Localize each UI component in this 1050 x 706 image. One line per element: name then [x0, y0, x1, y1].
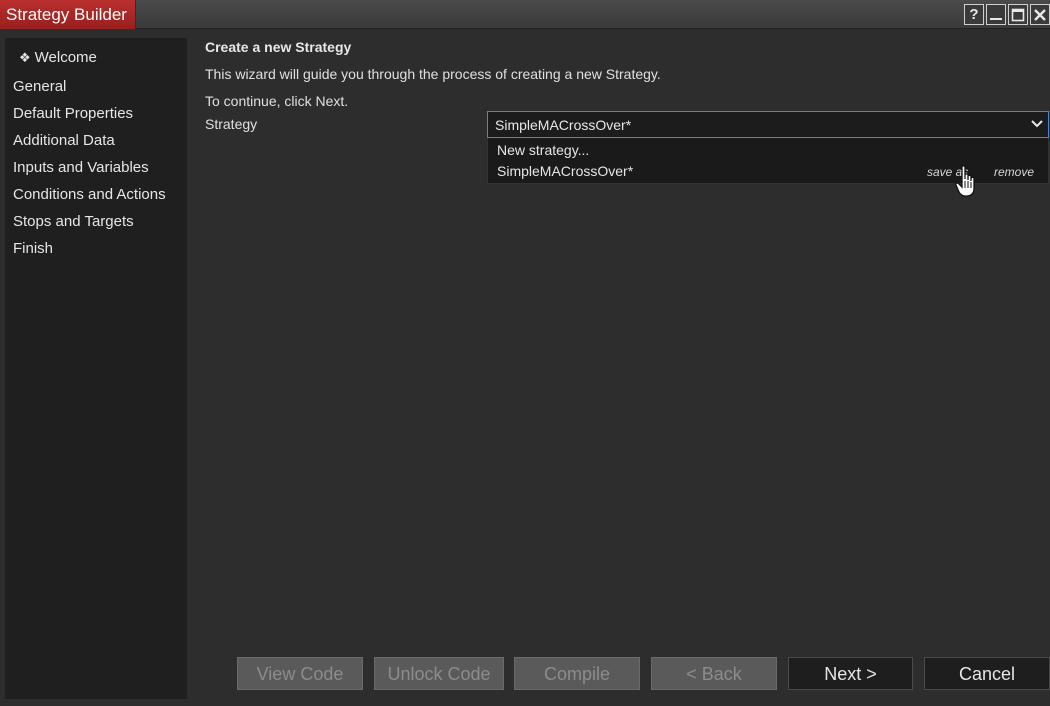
- sidebar-item-welcome[interactable]: ❖ Welcome: [13, 49, 97, 66]
- next-button[interactable]: Next >: [788, 657, 913, 690]
- wizard-steps-sidebar: ❖ Welcome General Default Properties Addi…: [5, 38, 187, 699]
- dropdown-item-simplemacrossover[interactable]: SimpleMACrossOver*: [497, 163, 633, 179]
- window-controls: ?: [964, 4, 1050, 25]
- strategy-label: Strategy: [205, 116, 258, 132]
- sidebar-item-general[interactable]: General: [13, 78, 66, 95]
- compile-button[interactable]: Compile: [514, 657, 640, 690]
- hand-cursor-icon: [955, 165, 975, 197]
- maximize-icon: [1011, 8, 1025, 22]
- sidebar-item-conditions-and-actions[interactable]: Conditions and Actions: [13, 186, 166, 203]
- dropdown-item-new-strategy[interactable]: New strategy...: [497, 142, 589, 158]
- strategy-select-value: SimpleMACrossOver*: [495, 117, 632, 133]
- unlock-code-button[interactable]: Unlock Code: [374, 657, 504, 690]
- minimize-icon: [990, 18, 1002, 20]
- close-button[interactable]: [1030, 4, 1050, 25]
- remove-link[interactable]: remove: [994, 165, 1034, 179]
- window-title: Strategy Builder: [0, 0, 136, 29]
- sidebar-item-stops-and-targets[interactable]: Stops and Targets: [13, 213, 134, 230]
- sidebar-item-label: Welcome: [34, 49, 97, 66]
- title-bar: Strategy Builder ?: [0, 0, 1050, 29]
- back-button[interactable]: < Back: [651, 657, 777, 690]
- view-code-button[interactable]: View Code: [237, 657, 363, 690]
- minimize-button[interactable]: [986, 4, 1006, 25]
- maximize-button[interactable]: [1008, 4, 1028, 25]
- sidebar-item-additional-data[interactable]: Additional Data: [13, 132, 115, 149]
- sidebar-item-inputs-and-variables[interactable]: Inputs and Variables: [13, 159, 149, 176]
- sidebar-item-default-properties[interactable]: Default Properties: [13, 105, 133, 122]
- cancel-button[interactable]: Cancel: [924, 657, 1050, 690]
- help-button[interactable]: ?: [964, 4, 984, 25]
- page-description: This wizard will guide you through the p…: [205, 66, 661, 82]
- close-icon: [1034, 9, 1046, 21]
- strategy-select[interactable]: SimpleMACrossOver*: [487, 111, 1049, 138]
- current-step-icon: ❖: [19, 50, 31, 65]
- continue-instruction: To continue, click Next.: [205, 93, 349, 109]
- chevron-down-icon[interactable]: [1030, 117, 1044, 131]
- sidebar-item-finish[interactable]: Finish: [13, 240, 53, 257]
- page-title: Create a new Strategy: [205, 39, 352, 55]
